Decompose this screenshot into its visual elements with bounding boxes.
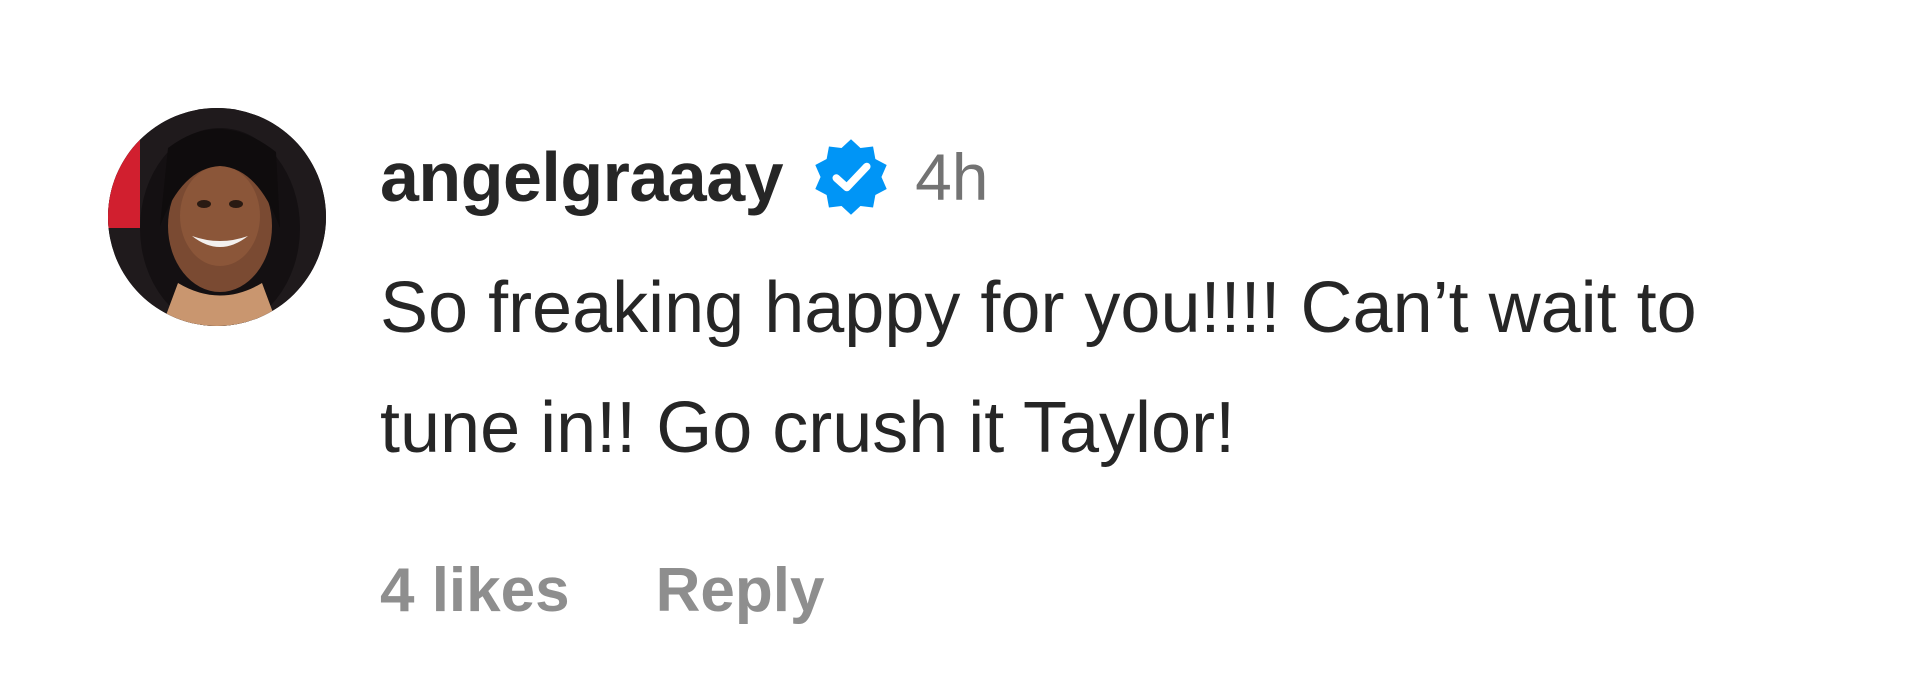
comment-text: So freaking happy for you!!!! Can’t wait… <box>380 268 1697 468</box>
avatar[interactable] <box>108 108 326 326</box>
reply-button[interactable]: Reply <box>656 560 825 622</box>
username[interactable]: angelgraaay <box>380 142 784 212</box>
avatar-photo <box>108 108 326 326</box>
comment-actions: 4 likes Reply <box>380 560 824 622</box>
comment-body: angelgraaay 4h So freaking happy for you… <box>380 132 1880 488</box>
likes-count[interactable]: 4 likes <box>380 560 570 622</box>
comment: angelgraaay 4h So freaking happy for you… <box>0 0 1920 685</box>
timestamp[interactable]: 4h <box>915 144 988 210</box>
comment-header: angelgraaay 4h <box>380 132 1880 222</box>
verified-badge-icon <box>809 135 893 219</box>
